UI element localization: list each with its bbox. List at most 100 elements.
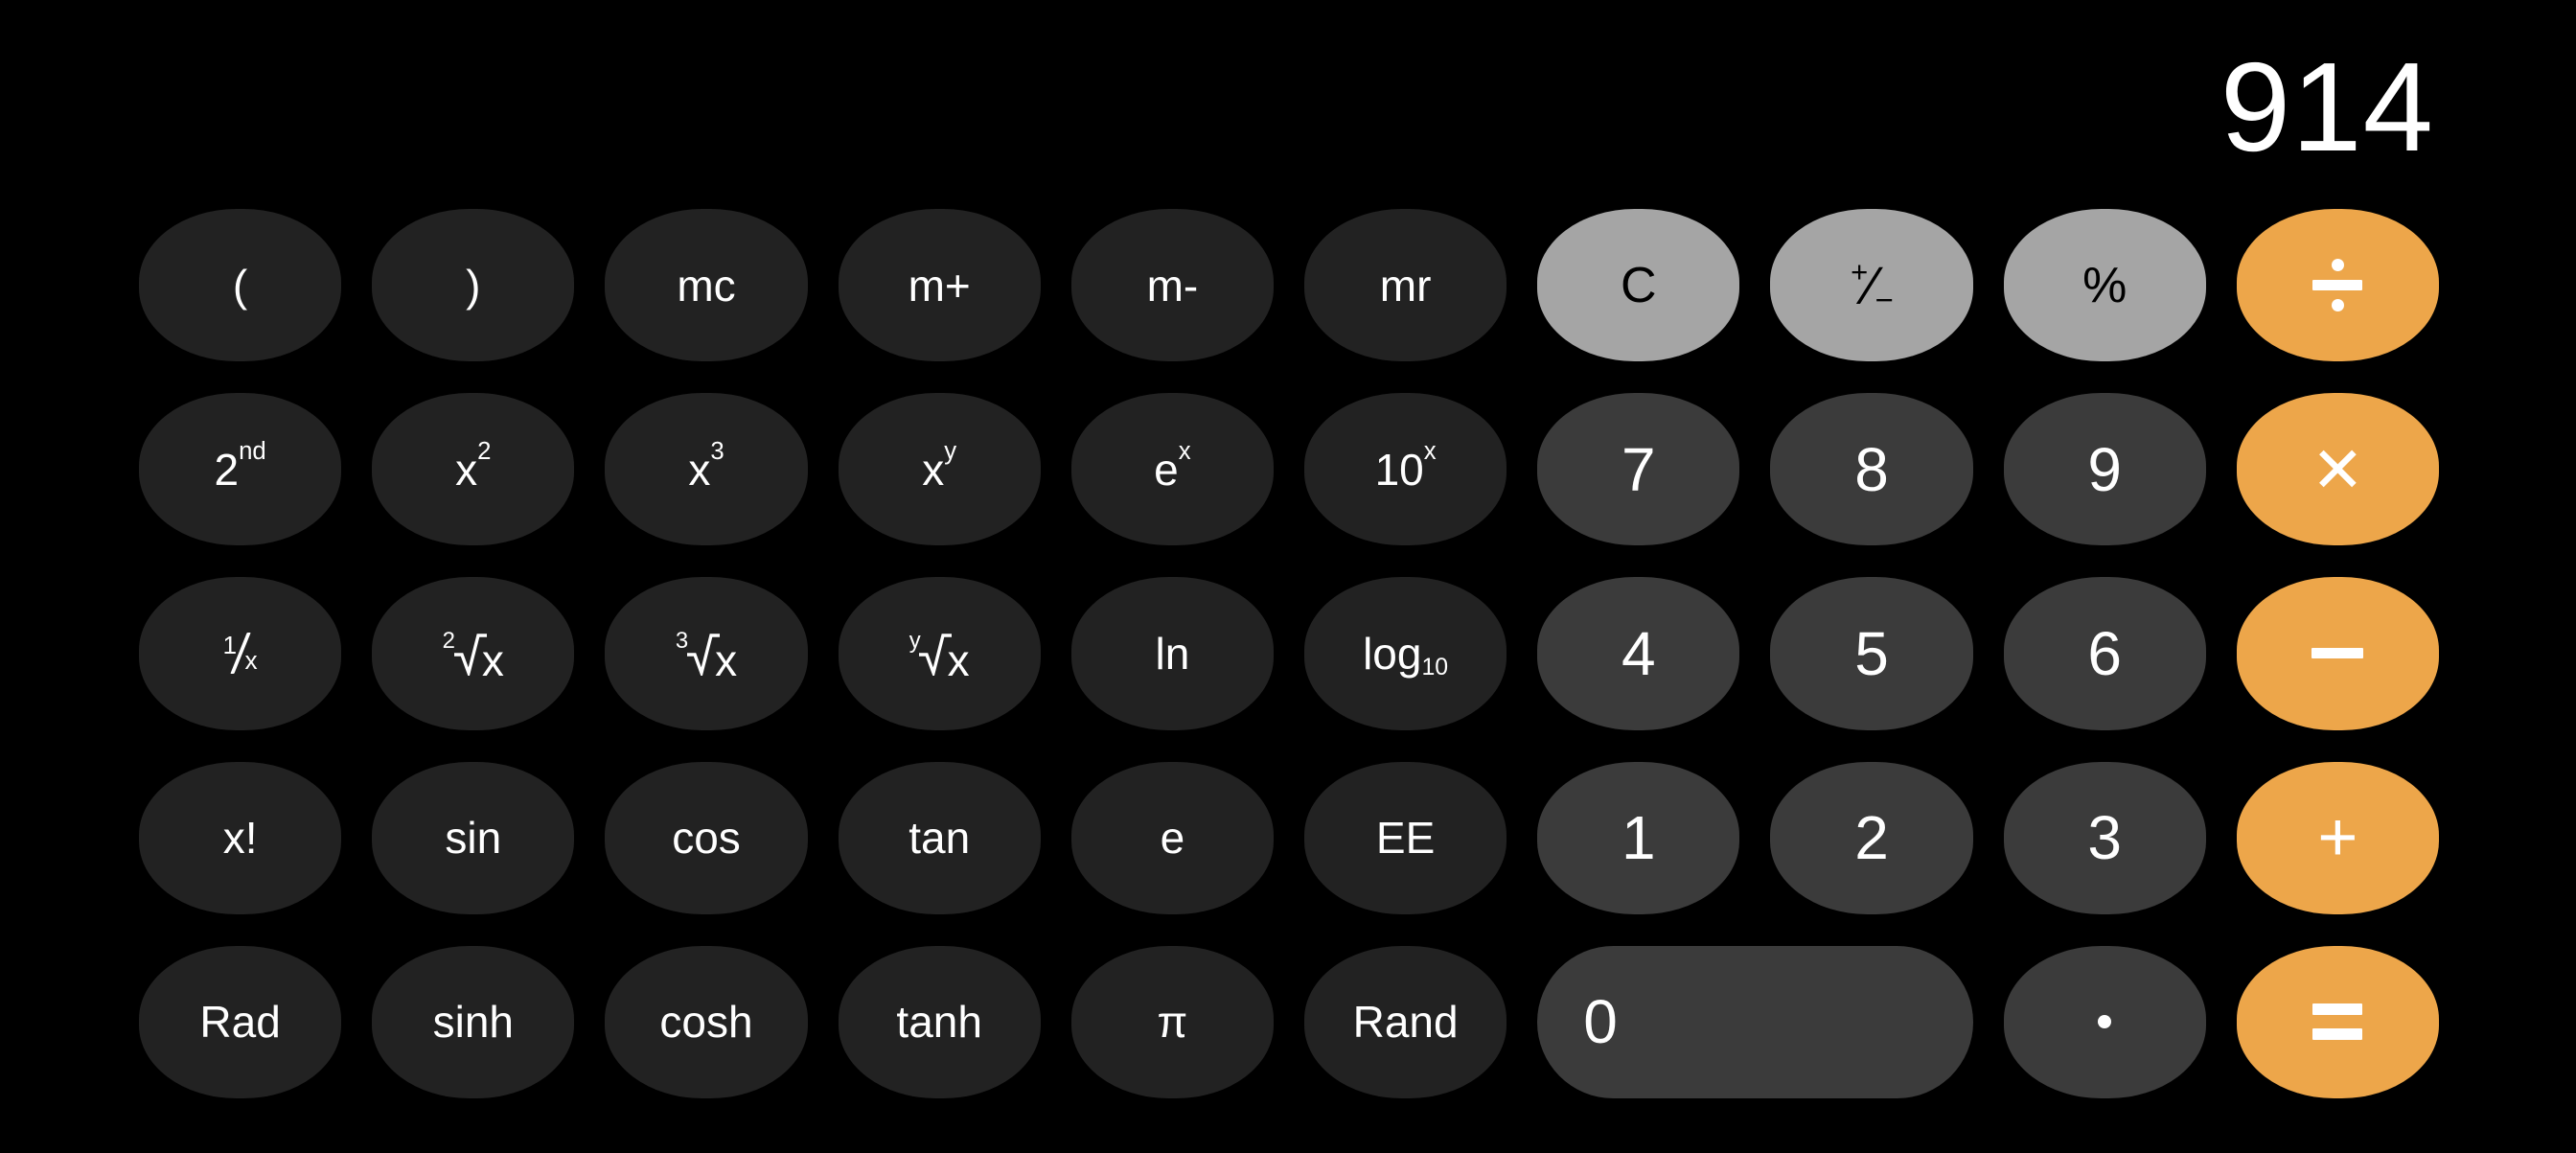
key-percent[interactable]: %	[2003, 209, 2206, 362]
key-memory-recall[interactable]: mr	[1303, 209, 1507, 362]
key-label: mr	[1379, 260, 1432, 311]
key-label: (	[232, 260, 248, 311]
key-add[interactable]: +	[2236, 761, 2439, 914]
multiply-icon: ✕	[2311, 433, 2365, 505]
key-label: EE	[1375, 813, 1436, 864]
key-label: ln	[1155, 628, 1190, 679]
key-log-base-ten[interactable]: log10	[1303, 577, 1507, 730]
key-label: 9	[2087, 434, 2122, 504]
key-label: 10x	[1374, 437, 1437, 495]
key-digit-2[interactable]: 2	[1770, 761, 1973, 914]
key-label: 7	[1621, 434, 1656, 504]
key-digit-6[interactable]: 6	[2003, 577, 2206, 730]
key-label: sinh	[432, 997, 514, 1048]
key-digit-7[interactable]: 7	[1537, 393, 1740, 546]
key-reciprocal[interactable]: 1x	[139, 577, 342, 730]
key-label: cos	[672, 813, 741, 864]
decimal-point-icon	[2098, 1015, 2112, 1029]
key-label: Rand	[1352, 997, 1459, 1048]
key-tangent[interactable]: tan	[838, 761, 1041, 914]
key-label: x!	[222, 813, 258, 864]
key-exp-ten[interactable]: 10x	[1303, 393, 1507, 546]
key-digit-1[interactable]: 1	[1537, 761, 1740, 914]
key-random[interactable]: Rand	[1303, 945, 1507, 1098]
square-root-icon: 2 x	[442, 627, 504, 686]
key-decimal-point[interactable]	[2003, 945, 2206, 1098]
key-label: 6	[2087, 618, 2122, 688]
nth-root-icon: y x	[908, 627, 970, 686]
key-second-function[interactable]: 2nd	[139, 393, 342, 546]
key-clear[interactable]: C	[1537, 209, 1740, 362]
plus-minus-icon: +⁄−	[1851, 254, 1894, 317]
key-square-root[interactable]: 2 x	[372, 577, 575, 730]
key-label: 2	[1854, 803, 1889, 873]
key-radian-mode[interactable]: Rad	[139, 945, 342, 1098]
key-digit-8[interactable]: 8	[1770, 393, 1973, 546]
key-label: m-	[1146, 260, 1199, 311]
key-equals[interactable]	[2236, 945, 2439, 1098]
key-label: ex	[1154, 437, 1191, 495]
key-label: π	[1157, 997, 1188, 1048]
key-cube-root[interactable]: 3 x	[605, 577, 808, 730]
key-multiply[interactable]: ✕	[2236, 393, 2439, 546]
key-divide[interactable]	[2236, 209, 2439, 362]
key-label: 5	[1854, 618, 1889, 688]
key-label: sin	[445, 813, 502, 864]
minus-icon	[2312, 648, 2364, 659]
key-open-paren[interactable]: (	[139, 209, 342, 362]
key-hyperbolic-tangent[interactable]: tanh	[838, 945, 1041, 1098]
key-cube[interactable]: x3	[605, 393, 808, 546]
key-cosine[interactable]: cos	[605, 761, 808, 914]
key-label: tanh	[896, 997, 982, 1048]
cube-root-icon: 3 x	[675, 627, 738, 686]
key-label: x2	[455, 437, 492, 495]
display-value: 914	[2220, 36, 2434, 177]
key-sign-toggle[interactable]: +⁄−	[1770, 209, 1973, 362]
key-nth-root[interactable]: y x	[838, 577, 1041, 730]
key-label: x3	[688, 437, 724, 495]
calculator-app: 914 ( ) mc m+ m- mr C +⁄− % 2nd x2 x3 xy…	[0, 0, 2576, 1153]
key-label: e	[1160, 813, 1185, 864]
key-exp-e[interactable]: ex	[1070, 393, 1274, 546]
key-label: %	[2082, 257, 2128, 313]
calculator-display: 914	[0, 0, 2576, 192]
key-subtract[interactable]	[2236, 577, 2439, 730]
equals-icon	[2312, 1003, 2363, 1041]
key-label: 2nd	[214, 437, 266, 495]
calculator-keypad: ( ) mc m+ m- mr C +⁄− % 2nd x2 x3 xy ex …	[139, 209, 2439, 1098]
key-euler-e[interactable]: e	[1070, 761, 1274, 914]
key-label: )	[466, 260, 481, 311]
key-square[interactable]: x2	[372, 393, 575, 546]
key-label: 4	[1621, 618, 1656, 688]
key-label: 8	[1854, 434, 1889, 504]
key-digit-3[interactable]: 3	[2003, 761, 2206, 914]
key-memory-clear[interactable]: mc	[605, 209, 808, 362]
reciprocal-icon: 1x	[222, 630, 258, 675]
key-label: m+	[908, 260, 971, 311]
key-factorial[interactable]: x!	[139, 761, 342, 914]
key-label: tan	[908, 813, 971, 864]
key-label: 0	[1583, 987, 1618, 1057]
key-hyperbolic-cosine[interactable]: cosh	[605, 945, 808, 1098]
key-label: mc	[677, 260, 736, 311]
key-power-xy[interactable]: xy	[838, 393, 1041, 546]
key-memory-subtract[interactable]: m-	[1070, 209, 1274, 362]
key-label: cosh	[659, 997, 753, 1048]
key-digit-9[interactable]: 9	[2003, 393, 2206, 546]
key-label: 1	[1621, 803, 1656, 873]
key-pi[interactable]: π	[1070, 945, 1274, 1098]
key-close-paren[interactable]: )	[372, 209, 575, 362]
key-memory-add[interactable]: m+	[838, 209, 1041, 362]
plus-icon: +	[2317, 799, 2358, 877]
key-sine[interactable]: sin	[372, 761, 575, 914]
key-digit-5[interactable]: 5	[1770, 577, 1973, 730]
key-digit-0[interactable]: 0	[1537, 945, 1973, 1098]
divide-icon	[2312, 259, 2363, 312]
key-exponent-ee[interactable]: EE	[1303, 761, 1507, 914]
key-digit-4[interactable]: 4	[1537, 577, 1740, 730]
key-label: C	[1621, 257, 1657, 313]
key-hyperbolic-sine[interactable]: sinh	[372, 945, 575, 1098]
key-label: Rad	[199, 997, 281, 1048]
key-label: 3	[2087, 803, 2122, 873]
key-natural-log[interactable]: ln	[1070, 577, 1274, 730]
